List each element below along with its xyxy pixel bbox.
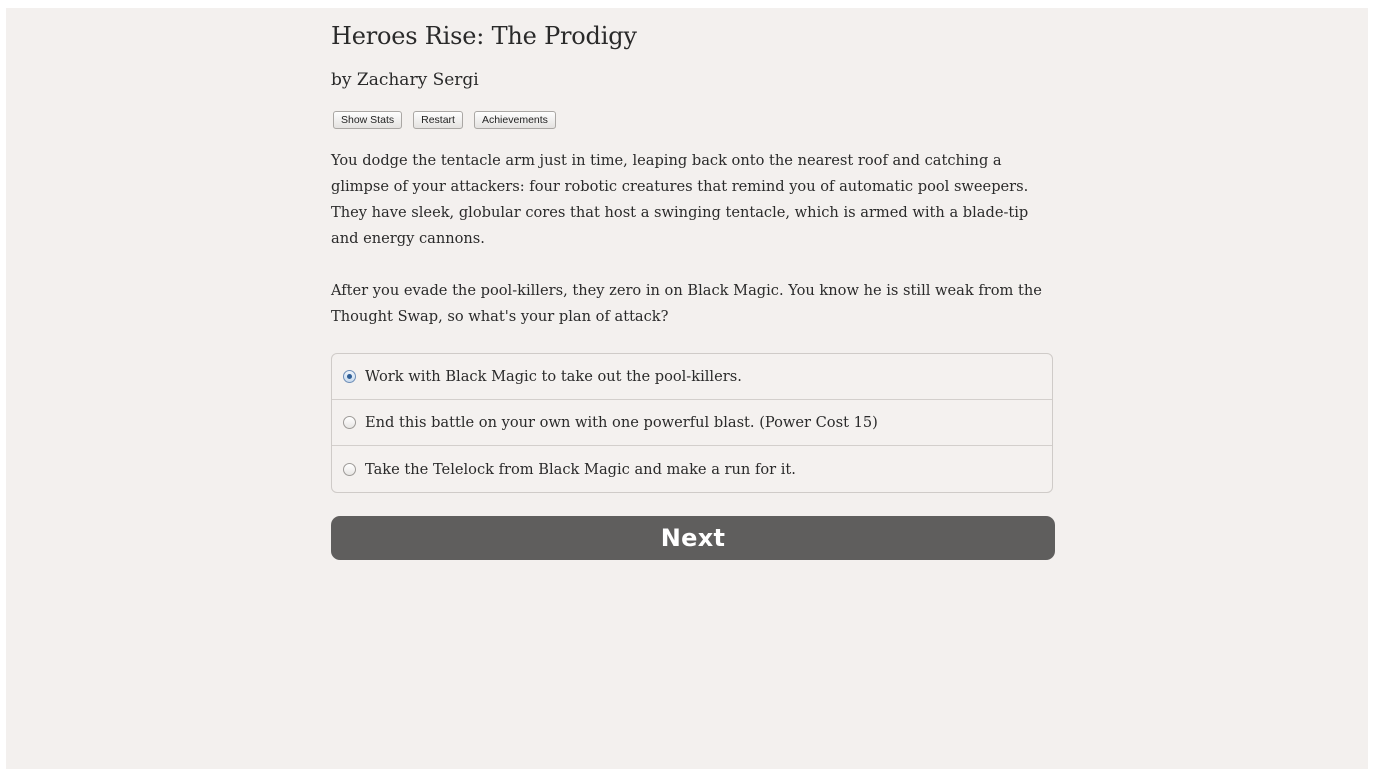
choice-label: Work with Black Magic to take out the po… xyxy=(365,368,742,385)
choice-option-1[interactable]: Work with Black Magic to take out the po… xyxy=(332,354,1052,400)
choice-label: End this battle on your own with one pow… xyxy=(365,414,878,431)
toolbar: Show Stats Restart Achievements xyxy=(333,111,556,129)
choice-list: Work with Black Magic to take out the po… xyxy=(331,353,1053,493)
achievements-button[interactable]: Achievements xyxy=(473,111,556,129)
restart-button[interactable]: Restart xyxy=(413,111,463,129)
choice-option-3[interactable]: Take the Telelock from Black Magic and m… xyxy=(332,446,1052,492)
choice-label: Take the Telelock from Black Magic and m… xyxy=(365,460,796,478)
passage-paragraph: After you evade the pool-killers, they z… xyxy=(331,282,1042,325)
game-frame: Heroes Rise: The Prodigy by Zachary Serg… xyxy=(6,8,1368,769)
radio-button[interactable] xyxy=(343,462,356,476)
radio-button[interactable] xyxy=(343,416,356,429)
game-author: by Zachary Sergi xyxy=(331,70,479,90)
next-button[interactable]: Next xyxy=(331,516,1055,560)
show-stats-button[interactable]: Show Stats xyxy=(333,111,403,129)
game-title: Heroes Rise: The Prodigy xyxy=(331,22,637,50)
passage-paragraph: You dodge the tentacle arm just in time,… xyxy=(331,152,1029,247)
radio-button-selected[interactable] xyxy=(343,370,356,383)
story-passage: You dodge the tentacle arm just in time,… xyxy=(331,148,1047,356)
choice-option-2[interactable]: End this battle on your own with one pow… xyxy=(332,400,1052,446)
